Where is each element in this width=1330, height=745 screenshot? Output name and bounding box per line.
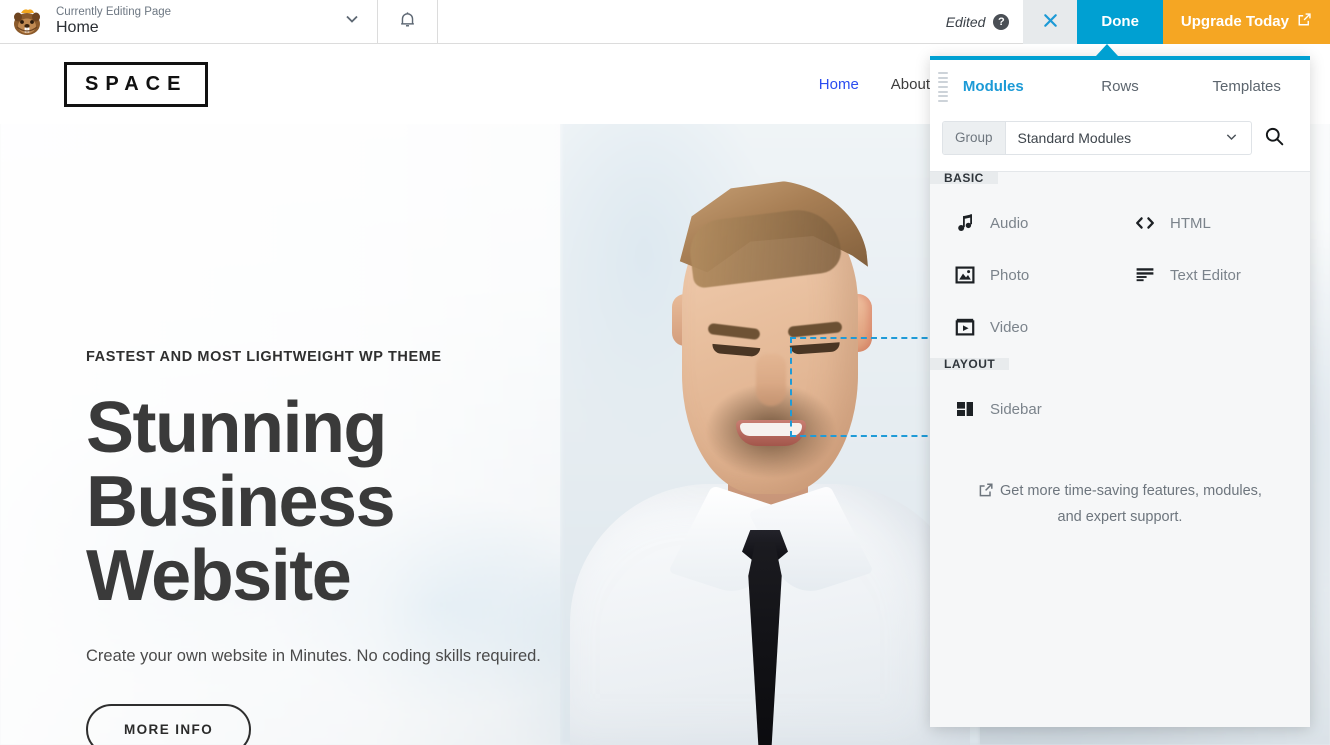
hero-eyebrow: FASTEST AND MOST LIGHTWEIGHT WP THEME	[86, 349, 442, 365]
layout-module-grid: Sidebar	[930, 370, 1310, 456]
beaver-logo-icon	[10, 5, 44, 39]
builder-admin-bar: Currently Editing Page Home Edited ? Don…	[0, 0, 1330, 44]
panel-pointer-arrow	[1096, 44, 1118, 56]
module-audio[interactable]: Audio	[940, 202, 1120, 244]
nose-shape	[756, 354, 786, 406]
module-photo[interactable]: Photo	[940, 254, 1120, 296]
nav-link-home[interactable]: Home	[819, 76, 859, 93]
upgrade-label: Upgrade Today	[1180, 13, 1289, 30]
group-select-value: Standard Modules	[1017, 129, 1132, 146]
edited-status: Edited ?	[945, 13, 1010, 30]
external-link-icon	[978, 482, 994, 506]
search-icon	[1264, 126, 1285, 150]
module-text-editor[interactable]: Text Editor	[1120, 254, 1300, 296]
grid-spacer	[1120, 306, 1300, 348]
panel-upgrade-footer: Get more time-saving features, modules, …	[930, 456, 1310, 559]
tab-rows[interactable]: Rows	[1057, 60, 1184, 114]
hero-text-block: FASTEST AND MOST LIGHTWEIGHT WP THEME St…	[86, 349, 686, 745]
module-label: Audio	[990, 214, 1029, 232]
upgrade-footer-link[interactable]: Get more time-saving features, modules, …	[1000, 483, 1262, 525]
modules-panel: Modules Rows Templates Group Standard Mo…	[930, 56, 1310, 727]
group-filter-row: Group Standard Modules	[930, 114, 1310, 172]
tab-templates[interactable]: Templates	[1183, 60, 1310, 114]
chevron-down-icon[interactable]	[343, 10, 361, 33]
hero-subtitle: Create your own website in Minutes. No c…	[86, 647, 541, 666]
module-label: HTML	[1170, 214, 1211, 232]
editing-page-name: Home	[56, 18, 99, 36]
nav-link-about[interactable]: About	[891, 76, 930, 93]
edited-label: Edited	[945, 13, 986, 30]
module-video[interactable]: Video	[940, 306, 1120, 348]
image-icon	[954, 264, 976, 286]
help-icon[interactable]: ?	[993, 13, 1010, 30]
currently-editing-block[interactable]: Currently Editing Page Home	[0, 0, 378, 44]
section-layout-header-wrap: LAYOUT	[930, 358, 1310, 370]
mouth-shape	[736, 420, 806, 446]
basic-module-grid: Audio HTML Photo Text Editor Video	[930, 184, 1310, 358]
bell-icon	[398, 10, 417, 34]
hero-title: Stunning Business Website	[86, 388, 396, 617]
panel-module-list[interactable]: BASIC Audio HTML Photo Text Editor Video…	[930, 172, 1310, 727]
section-header-layout: LAYOUT	[930, 358, 1010, 370]
video-icon	[954, 316, 976, 338]
section-basic-header-wrap: BASIC	[930, 172, 1310, 184]
module-label: Sidebar	[990, 400, 1042, 418]
editing-texts: Currently Editing Page Home	[56, 6, 171, 38]
module-label: Text Editor	[1170, 266, 1241, 284]
chevron-down-icon	[1224, 129, 1239, 147]
panel-tab-bar: Modules Rows Templates	[930, 60, 1310, 114]
site-nav: Home About	[819, 76, 930, 93]
music-note-icon	[954, 212, 976, 234]
teeth-shape	[740, 423, 802, 436]
tab-modules[interactable]: Modules	[930, 60, 1057, 114]
group-select[interactable]: Standard Modules	[1006, 129, 1251, 147]
module-label: Photo	[990, 266, 1030, 284]
group-select-wrapper[interactable]: Group Standard Modules	[942, 120, 1252, 155]
editing-label: Currently Editing Page	[56, 5, 172, 18]
upgrade-today-button[interactable]: Upgrade Today	[1162, 0, 1330, 44]
external-link-icon	[1297, 12, 1312, 31]
drag-grip-icon[interactable]	[938, 72, 948, 102]
grid-spacer	[1120, 388, 1300, 430]
site-logo[interactable]: SPACE	[64, 61, 209, 107]
module-label: Video	[990, 318, 1029, 336]
notifications-button[interactable]	[378, 0, 438, 44]
section-header-basic: BASIC	[930, 172, 998, 184]
more-info-button[interactable]: MORE INFO	[86, 704, 252, 745]
text-lines-icon	[1134, 264, 1156, 286]
search-modules-button[interactable]	[1252, 121, 1296, 155]
module-sidebar[interactable]: Sidebar	[940, 388, 1120, 430]
module-html[interactable]: HTML	[1120, 202, 1300, 244]
code-brackets-icon	[1134, 212, 1156, 234]
close-icon	[1041, 11, 1060, 33]
group-label: Group	[943, 121, 1006, 154]
close-panel-button[interactable]	[1023, 0, 1078, 44]
done-button[interactable]: Done	[1077, 0, 1163, 44]
sidebar-layout-icon	[954, 398, 976, 420]
